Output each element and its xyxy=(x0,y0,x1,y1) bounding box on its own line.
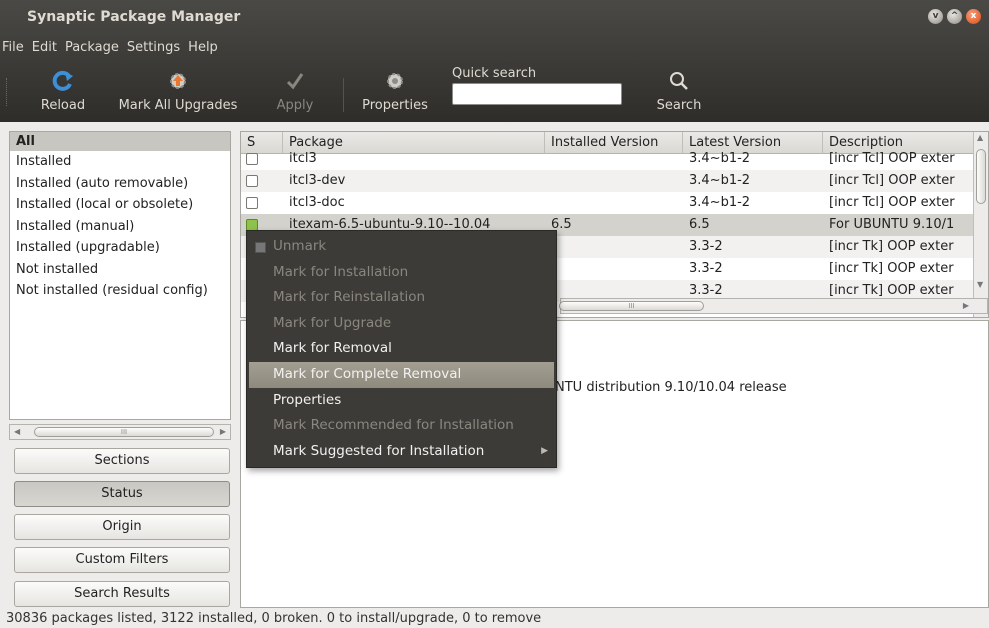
filter-item[interactable]: Not installed (residual config) xyxy=(10,280,230,302)
toolbar: Reload Mark All Upgrades Apply Propertie… xyxy=(0,62,989,122)
scroll-right-arrow-icon[interactable]: ▶ xyxy=(220,427,226,436)
maximize-button[interactable]: ^ xyxy=(947,9,962,24)
status-checkbox[interactable] xyxy=(246,153,258,165)
menu-item-label: Mark Suggested for Installation xyxy=(273,442,485,459)
apply-label: Apply xyxy=(276,98,314,113)
package-name: itcl3-doc xyxy=(289,195,345,210)
latest-version: 3.3-2 xyxy=(689,239,723,254)
menu-package[interactable]: Package xyxy=(61,38,123,58)
titlebar: Synaptic Package Manager v ^ x File Edit… xyxy=(0,0,989,62)
close-button[interactable]: x xyxy=(966,9,981,24)
description: [incr Tcl] OOP exter xyxy=(829,173,955,188)
description-text: NTU distribution 9.10/10.04 release xyxy=(555,380,787,395)
scroll-up-arrow-icon[interactable]: ▲ xyxy=(977,133,983,142)
properties-gear-icon xyxy=(355,70,435,94)
window-title: Synaptic Package Manager xyxy=(27,9,241,25)
upgrade-gear-icon xyxy=(108,70,248,94)
latest-version: 3.4~b1-2 xyxy=(689,195,751,210)
minimize-button[interactable]: v xyxy=(928,9,943,24)
properties-label: Properties xyxy=(362,98,428,113)
reload-icon xyxy=(30,70,96,94)
description: [incr Tk] OOP exter xyxy=(829,261,954,276)
context-menu: Unmark Mark for Installation Mark for Re… xyxy=(246,230,557,468)
filter-header[interactable]: All xyxy=(10,132,230,151)
latest-version: 3.4~b1-2 xyxy=(689,151,751,166)
menu-settings[interactable]: Settings xyxy=(123,38,184,58)
status-button[interactable]: Status xyxy=(14,481,230,507)
filter-item[interactable]: Installed (upgradable) xyxy=(10,237,230,259)
search-icon xyxy=(648,70,710,94)
menu-item-mark-for-reinstallation[interactable]: Mark for Reinstallation xyxy=(247,285,556,311)
scroll-right-arrow-icon[interactable]: ▶ xyxy=(963,301,969,310)
apply-button[interactable]: Apply xyxy=(270,70,320,113)
status-checkbox[interactable] xyxy=(246,175,258,187)
menu-item-mark-for-removal[interactable]: Mark for Removal xyxy=(247,336,556,362)
table-vertical-scrollbar[interactable]: ▲ ▼ xyxy=(973,132,988,317)
unmark-box-icon xyxy=(255,242,266,253)
custom-filters-button[interactable]: Custom Filters xyxy=(14,547,230,573)
table-row[interactable]: itcl3-dev 3.4~b1-2 [incr Tcl] OOP exter xyxy=(241,170,975,192)
package-name: itcl3 xyxy=(289,151,317,166)
menu-item-label: Unmark xyxy=(273,238,327,254)
menu-edit[interactable]: Edit xyxy=(28,38,61,58)
filter-item[interactable]: Installed (auto removable) xyxy=(10,173,230,195)
filter-list: All Installed Installed (auto removable)… xyxy=(9,131,231,420)
filter-item[interactable]: Installed (manual) xyxy=(10,216,230,238)
origin-button[interactable]: Origin xyxy=(14,514,230,540)
menu-item-unmark[interactable]: Unmark xyxy=(247,234,556,260)
menu-item-mark-suggested[interactable]: Mark Suggested for Installation ▶ xyxy=(247,439,556,465)
description: For UBUNTU 9.10/1 xyxy=(829,217,955,232)
quick-search-label: Quick search xyxy=(452,66,537,81)
status-bar: 30836 packages listed, 3122 installed, 0… xyxy=(6,611,542,626)
toolbar-separator xyxy=(343,78,344,112)
menu-item-mark-for-complete-removal[interactable]: Mark for Complete Removal xyxy=(249,361,554,388)
menu-item-mark-for-installation[interactable]: Mark for Installation xyxy=(247,260,556,286)
sections-button[interactable]: Sections xyxy=(14,448,230,474)
filter-item[interactable]: Installed (local or obsolete) xyxy=(10,194,230,216)
menu-file[interactable]: File xyxy=(0,38,28,58)
menu-item-properties[interactable]: Properties xyxy=(247,388,556,414)
description: [incr Tcl] OOP exter xyxy=(829,195,955,210)
search-results-button[interactable]: Search Results xyxy=(14,581,230,607)
filter-item[interactable]: Not installed xyxy=(10,259,230,281)
checkmark-icon xyxy=(270,70,320,94)
search-button[interactable]: Search xyxy=(648,70,710,113)
status-checkbox[interactable] xyxy=(246,197,258,209)
properties-button[interactable]: Properties xyxy=(355,70,435,113)
latest-version: 3.4~b1-2 xyxy=(689,173,751,188)
mark-all-upgrades-label: Mark All Upgrades xyxy=(118,98,238,113)
scroll-left-arrow-icon[interactable]: ◀ xyxy=(14,427,20,436)
table-row[interactable]: itcl3-doc 3.4~b1-2 [incr Tcl] OOP exter xyxy=(241,192,975,214)
vertical-scroll-thumb[interactable] xyxy=(976,149,986,204)
description: [incr Tcl] OOP exter xyxy=(829,151,955,166)
mark-all-upgrades-button[interactable]: Mark All Upgrades xyxy=(108,70,248,113)
filter-list-scrollbar[interactable]: ◀ III ▶ xyxy=(9,424,231,440)
description: [incr Tk] OOP exter xyxy=(829,239,954,254)
table-horizontal-scrollbar[interactable]: III ▶ xyxy=(559,298,988,314)
quick-search-input[interactable] xyxy=(452,83,622,105)
latest-version: 3.3-2 xyxy=(689,261,723,276)
filter-item[interactable]: Installed xyxy=(10,151,230,173)
menu-help[interactable]: Help xyxy=(184,38,222,58)
reload-label: Reload xyxy=(40,98,86,113)
search-label: Search xyxy=(656,98,702,113)
menu-item-mark-recommended[interactable]: Mark Recommended for Installation xyxy=(247,413,556,439)
reload-button[interactable]: Reload xyxy=(30,70,96,113)
scroll-thumb[interactable]: III xyxy=(559,301,704,311)
latest-version: 6.5 xyxy=(689,217,710,232)
submenu-arrow-icon: ▶ xyxy=(541,445,548,456)
table-row[interactable]: itcl3 3.4~b1-2 [incr Tcl] OOP exter xyxy=(241,148,975,170)
toolbar-grip[interactable] xyxy=(6,78,9,106)
package-name: itcl3-dev xyxy=(289,173,346,188)
window-controls: v ^ x xyxy=(928,9,981,24)
menubar: File Edit Package Settings Help xyxy=(0,38,222,58)
scroll-thumb[interactable]: III xyxy=(34,427,214,437)
scroll-down-arrow-icon[interactable]: ▼ xyxy=(977,280,983,289)
menu-item-mark-for-upgrade[interactable]: Mark for Upgrade xyxy=(247,311,556,337)
